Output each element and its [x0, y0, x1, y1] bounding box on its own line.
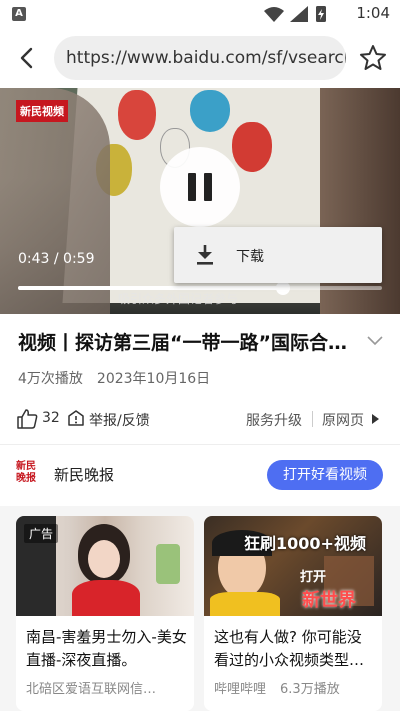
status-bar: A 1:04: [0, 0, 400, 28]
clock: 1:04: [356, 4, 390, 22]
source-name[interactable]: 新民晚报: [54, 464, 114, 485]
pause-button[interactable]: [160, 147, 240, 227]
chevron-down-icon[interactable]: [366, 334, 384, 348]
video-meta: 4万次播放 2023年10月16日: [18, 368, 210, 388]
publish-date: 2023年10月16日: [96, 371, 211, 387]
thumbnail-figure: [210, 592, 280, 616]
card-meta: 哔哩哔哩 6.3万播放: [214, 678, 340, 697]
video-caption: 吸引众多外国记者参与: [118, 292, 239, 306]
pause-icon: [204, 173, 212, 201]
source-row: 新民晚报 新民晚报 打开好看视频: [0, 446, 400, 502]
url-field[interactable]: https://www.baidu.com/sf/vsearch: [54, 36, 346, 80]
card-source: 北碚区爱语互联网信…: [26, 682, 157, 697]
video-title: 视频丨探访第三届“一带一路”国际合…: [18, 332, 347, 354]
divider: [312, 411, 313, 427]
source-logo: 新民晚报: [16, 461, 36, 484]
report-icon[interactable]: [66, 408, 86, 428]
service-upgrade-link[interactable]: 服务升级: [246, 410, 302, 430]
download-menu-item[interactable]: 下载: [236, 246, 264, 266]
channel-badge: 新民视频: [16, 100, 68, 122]
thumbnail-text: 新世界: [302, 590, 356, 611]
download-icon: [197, 245, 213, 265]
recommendation-card[interactable]: 狂刷1000+视频 打开 新世界 这也有人做? 你可能没看过的小众视频类型… 哔…: [204, 516, 382, 711]
card-title: 南昌-害羞男士勿入-美女直播-深夜直播。: [26, 628, 187, 669]
url-text: https://www.baidu.com/sf/vsearch: [66, 48, 346, 68]
thumbnail-figure: [156, 544, 180, 584]
video-frame-detail: [190, 90, 230, 132]
bookmark-star-icon[interactable]: [358, 43, 388, 73]
notification-icon: A: [12, 7, 26, 21]
system-status-icons: [264, 6, 326, 22]
report-feedback-link[interactable]: 举报/反馈: [89, 410, 150, 430]
play-arrow-icon[interactable]: [372, 414, 379, 424]
address-bar: https://www.baidu.com/sf/vsearch: [0, 28, 400, 88]
card-title: 这也有人做? 你可能没看过的小众视频类型…: [214, 628, 365, 669]
thumbnail-text: 狂刷1000+视频: [244, 534, 366, 553]
thumbnail-figure: [88, 540, 120, 578]
thumbnail-figure: [72, 580, 140, 616]
context-menu: 下载: [174, 227, 382, 283]
action-bar: 32 举报/反馈 服务升级 原网页: [0, 402, 400, 438]
open-app-button[interactable]: 打开好看视频: [267, 460, 383, 490]
card-source: 哔哩哔哩: [214, 682, 267, 697]
card-views: 6.3万播放: [280, 682, 340, 697]
video-frame-detail: [232, 122, 272, 172]
thumbnail-text: 打开: [300, 570, 327, 585]
pause-icon: [188, 173, 196, 201]
video-time: 0:43 / 0:59: [18, 251, 95, 267]
back-arrow-icon[interactable]: [14, 44, 42, 72]
recommendation-card[interactable]: 广告 南昌-害羞男士勿入-美女直播-深夜直播。 北碚区爱语互联网信…: [16, 516, 194, 711]
original-page-link[interactable]: 原网页: [322, 410, 364, 430]
ad-label: 广告: [24, 524, 59, 543]
thumbs-up-icon[interactable]: [16, 408, 38, 430]
like-count: 32: [42, 410, 60, 426]
divider: [0, 444, 400, 445]
video-frame-detail: [118, 90, 156, 140]
card-meta: 北碚区爱语互联网信…: [26, 678, 156, 697]
view-count: 4万次播放: [18, 371, 83, 387]
